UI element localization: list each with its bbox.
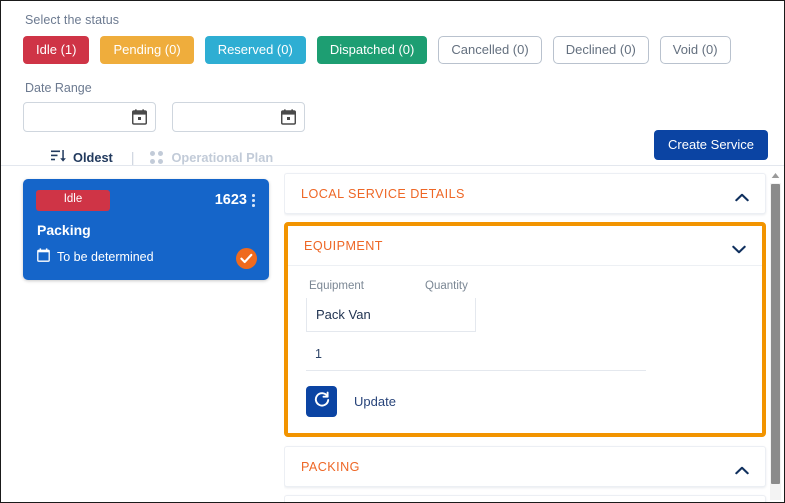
refresh-icon: [313, 391, 331, 412]
status-button-reserved[interactable]: Reserved (0): [204, 36, 306, 64]
status-button-idle[interactable]: Idle (1): [23, 36, 90, 64]
chevron-up-icon: [735, 189, 749, 202]
operational-plan-label: Operational Plan: [171, 149, 274, 165]
service-id: 1623: [214, 192, 247, 209]
status-badge: Idle: [36, 190, 110, 211]
calendar-icon[interactable]: [280, 109, 297, 125]
accordion-equipment: EQUIPMENT Equipment Quantity Pack Van 1: [284, 222, 766, 437]
kebab-menu-icon[interactable]: [252, 193, 256, 207]
status-button-pending[interactable]: Pending (0): [100, 36, 194, 64]
check-circle-icon[interactable]: [236, 247, 257, 269]
accordion-local-service-details: LOCAL SERVICE DETAILS: [284, 173, 766, 214]
update-button[interactable]: [306, 386, 337, 417]
header-divider: [1, 165, 784, 166]
accordion-title: LOCAL SERVICE DETAILS: [301, 186, 465, 201]
create-service-button[interactable]: Create Service: [654, 130, 768, 160]
service-detail-pane: LOCAL SERVICE DETAILS EQUIPMENT Equipmen…: [284, 167, 784, 502]
equipment-name-field[interactable]: Pack Van: [306, 298, 476, 332]
app-screen: Select the status Idle (1) Pending (0) R…: [0, 0, 785, 503]
scrollbar-thumb[interactable]: [771, 184, 780, 484]
status-button-dispatched[interactable]: Dispatched (0): [316, 36, 428, 64]
service-card-header: Idle 1623: [36, 190, 256, 211]
equipment-panel: Equipment Quantity Pack Van 1 Update: [288, 266, 762, 433]
chevron-down-icon: [732, 241, 746, 254]
date-range-label: Date Range: [25, 81, 92, 95]
calendar-icon[interactable]: [131, 109, 148, 125]
operational-plan-button[interactable]: Operational Plan: [150, 150, 273, 165]
date-range-group: [23, 102, 784, 132]
status-section-label: Select the status: [25, 13, 120, 27]
service-list-pane: Idle 1623 Packing To be determined: [1, 167, 284, 502]
sort-oldest-button[interactable]: Oldest: [51, 149, 113, 166]
accordion-header-packing[interactable]: PACKING: [285, 447, 765, 486]
date-to-wrapper: [172, 102, 305, 132]
content-area: Idle 1623 Packing To be determined LOCAL…: [1, 167, 784, 502]
date-from-wrapper: [23, 102, 156, 132]
sort-descending-icon: [51, 149, 66, 166]
service-card-id-group: 1623: [215, 192, 256, 208]
accordion-title: PACKING: [301, 459, 360, 474]
status-filter-group: Idle (1) Pending (0) Reserved (0) Dispat…: [23, 36, 784, 64]
vertical-scrollbar[interactable]: [769, 169, 782, 500]
accordion-date-details: DATE DETAILS: [284, 495, 766, 502]
equipment-table-header: Equipment Quantity: [306, 280, 744, 292]
accordion-title: EQUIPMENT: [304, 238, 383, 253]
chevron-up-icon: [735, 462, 749, 475]
scroll-up-arrow-icon[interactable]: [769, 169, 782, 182]
status-button-cancelled[interactable]: Cancelled (0): [438, 36, 542, 64]
column-header-quantity: Quantity: [425, 280, 468, 292]
column-header-equipment: Equipment: [309, 280, 364, 292]
service-date-text: To be determined: [57, 250, 154, 264]
service-card[interactable]: Idle 1623 Packing To be determined: [23, 179, 269, 280]
toolbar-separator: |: [130, 149, 135, 165]
status-button-declined[interactable]: Declined (0): [552, 36, 649, 64]
accordion-header-equipment[interactable]: EQUIPMENT: [288, 226, 762, 266]
grid-dots-icon: [150, 150, 164, 164]
sort-label: Oldest: [73, 149, 113, 165]
equipment-update-row: Update: [306, 386, 744, 417]
accordion-header-local-service-details[interactable]: LOCAL SERVICE DETAILS: [285, 174, 765, 213]
update-label[interactable]: Update: [354, 394, 396, 409]
status-button-void[interactable]: Void (0): [659, 36, 731, 64]
accordion-header-date-details[interactable]: DATE DETAILS: [285, 496, 765, 502]
service-date-row: To be determined: [37, 247, 256, 267]
accordion-packing: PACKING: [284, 446, 766, 487]
equipment-quantity-field[interactable]: 1: [306, 343, 646, 371]
service-title: Packing: [37, 221, 91, 238]
calendar-icon: [37, 247, 50, 267]
